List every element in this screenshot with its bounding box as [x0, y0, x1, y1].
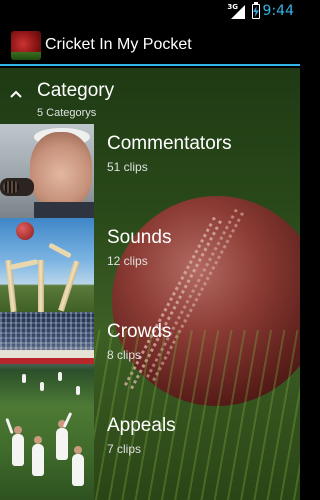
category-item-appeals[interactable]: Appeals 7 clips	[0, 406, 300, 500]
app-title: Cricket In My Pocket	[45, 36, 192, 53]
category-name: Commentators	[107, 133, 232, 154]
appeals-thumbnail	[0, 406, 94, 500]
category-clip-count: 7 clips	[107, 442, 142, 456]
commentator-thumbnail	[0, 124, 94, 218]
category-clip-count: 8 clips	[107, 348, 142, 362]
category-name: Appeals	[107, 415, 176, 436]
cricket-ball-app-icon[interactable]	[11, 31, 41, 60]
crowd-thumbnail	[0, 312, 94, 406]
collapse-chevron-up-icon[interactable]	[10, 89, 22, 99]
category-group-header[interactable]: Category 5 Categorys	[0, 73, 300, 123]
action-bar: Cricket In My Pocket	[0, 25, 300, 66]
battery-charging-icon	[252, 2, 260, 19]
category-item-crowds[interactable]: Crowds 8 clips	[0, 312, 300, 406]
category-clip-count: 51 clips	[107, 160, 148, 174]
signal-icon	[231, 5, 245, 19]
category-item-commentators[interactable]: Commentators 51 clips	[0, 124, 300, 218]
stumps-thumbnail	[0, 218, 94, 312]
category-name: Sounds	[107, 227, 172, 248]
status-time: 9:44	[262, 3, 294, 19]
category-item-sounds[interactable]: Sounds 12 clips	[0, 218, 300, 312]
category-header-title: Category	[37, 80, 115, 101]
status-bar: 3G 9:44	[0, 0, 300, 25]
category-header-count: 5 Categorys	[37, 107, 97, 119]
category-name: Crowds	[107, 321, 172, 342]
category-clip-count: 12 clips	[107, 254, 148, 268]
